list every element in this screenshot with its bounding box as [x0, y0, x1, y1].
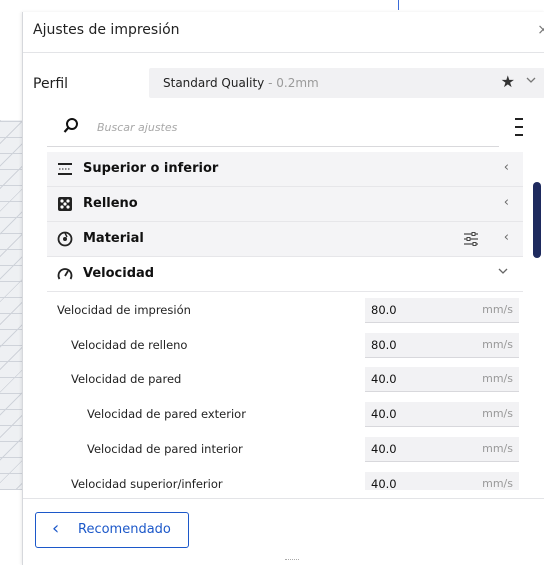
top-bottom-icon: [58, 163, 72, 175]
speed-icon: [57, 268, 73, 280]
recommended-button[interactable]: ‹ Recomendado: [35, 512, 189, 548]
chevron-left-icon: ‹: [52, 518, 60, 539]
scene-marker: [398, 0, 399, 10]
build-plate-background: [0, 120, 22, 490]
setting-row-print-speed: Velocidad de impresión 80.0 mm/s: [47, 293, 523, 327]
setting-unit: mm/s: [482, 303, 513, 316]
setting-row-top-bottom-speed: Velocidad superior/inferior 40.0 mm/s: [47, 467, 523, 490]
sliders-icon[interactable]: [463, 231, 479, 247]
close-icon[interactable]: ×: [537, 22, 544, 38]
material-icon: [57, 231, 73, 247]
setting-unit: mm/s: [482, 442, 513, 455]
setting-value: 40.0: [371, 407, 397, 421]
setting-label: Velocidad de pared interior: [87, 442, 243, 456]
setting-unit: mm/s: [482, 477, 513, 490]
divider: [23, 498, 544, 499]
favorite-star-icon[interactable]: ★: [501, 72, 515, 91]
category-material[interactable]: Material ‹: [47, 222, 523, 257]
chevron-left-icon[interactable]: ‹: [504, 195, 509, 210]
recommended-label: Recomendado: [78, 522, 171, 537]
settings-list: Superior o inferior ‹ Relleno ‹ Material: [47, 110, 523, 490]
search-bar: [47, 110, 499, 146]
profile-name: Standard Quality - 0.2mm: [163, 76, 319, 90]
setting-value: 80.0: [371, 338, 397, 352]
setting-unit: mm/s: [482, 407, 513, 420]
setting-value: 40.0: [371, 477, 397, 490]
print-speed-field[interactable]: 80.0 mm/s: [365, 298, 519, 323]
chevron-left-icon[interactable]: ‹: [504, 160, 509, 175]
chevron-down-icon[interactable]: [525, 74, 537, 90]
setting-label: Velocidad de pared exterior: [87, 407, 246, 421]
infill-speed-field[interactable]: 80.0 mm/s: [365, 333, 519, 358]
outer-wall-speed-field[interactable]: 40.0 mm/s: [365, 402, 519, 427]
profile-selector[interactable]: Standard Quality - 0.2mm ★: [149, 68, 544, 98]
setting-row-infill-speed: Velocidad de relleno 80.0 mm/s: [47, 328, 523, 362]
setting-label: Velocidad de pared: [71, 372, 182, 386]
setting-value: 80.0: [371, 303, 397, 317]
setting-value: 40.0: [371, 372, 397, 386]
category-label: Velocidad: [83, 266, 155, 281]
setting-label: Velocidad de impresión: [57, 303, 191, 317]
inner-wall-speed-field[interactable]: 40.0 mm/s: [365, 437, 519, 462]
search-underline: [47, 146, 499, 147]
print-settings-panel: Ajustes de impresión × Perfil Standard Q…: [22, 12, 544, 565]
panel-title: Ajustes de impresión: [33, 22, 180, 38]
profile-layer-height: - 0.2mm: [264, 76, 319, 90]
top-bottom-speed-field[interactable]: 40.0 mm/s: [365, 472, 519, 490]
scrollbar-thumb[interactable]: [533, 182, 541, 258]
chevron-left-icon[interactable]: ‹: [504, 230, 509, 245]
search-icon: [63, 118, 78, 133]
category-speed[interactable]: Velocidad: [47, 257, 523, 292]
setting-value: 40.0: [371, 442, 397, 456]
search-input[interactable]: [95, 120, 479, 135]
setting-label: Velocidad de relleno: [71, 338, 188, 352]
setting-row-wall-speed: Velocidad de pared 40.0 mm/s: [47, 362, 523, 396]
category-label: Material: [83, 231, 144, 246]
chevron-down-icon[interactable]: [497, 265, 509, 281]
category-label: Superior o inferior: [83, 161, 219, 176]
infill-icon: [58, 197, 72, 211]
setting-label: Velocidad superior/inferior: [71, 477, 223, 490]
setting-unit: mm/s: [482, 338, 513, 351]
setting-row-outer-wall-speed: Velocidad de pared exterior 40.0 mm/s: [47, 397, 523, 431]
setting-row-inner-wall-speed: Velocidad de pared interior 40.0 mm/s: [47, 432, 523, 466]
setting-unit: mm/s: [482, 372, 513, 385]
category-infill[interactable]: Relleno ‹: [47, 187, 523, 222]
profile-label: Perfil: [33, 76, 69, 92]
divider: [23, 52, 544, 53]
settings-menu-icon[interactable]: [515, 118, 523, 138]
resize-grip-icon[interactable]: [285, 559, 299, 562]
category-top-bottom[interactable]: Superior o inferior ‹: [47, 152, 523, 187]
category-label: Relleno: [83, 196, 138, 211]
wall-speed-field[interactable]: 40.0 mm/s: [365, 367, 519, 392]
